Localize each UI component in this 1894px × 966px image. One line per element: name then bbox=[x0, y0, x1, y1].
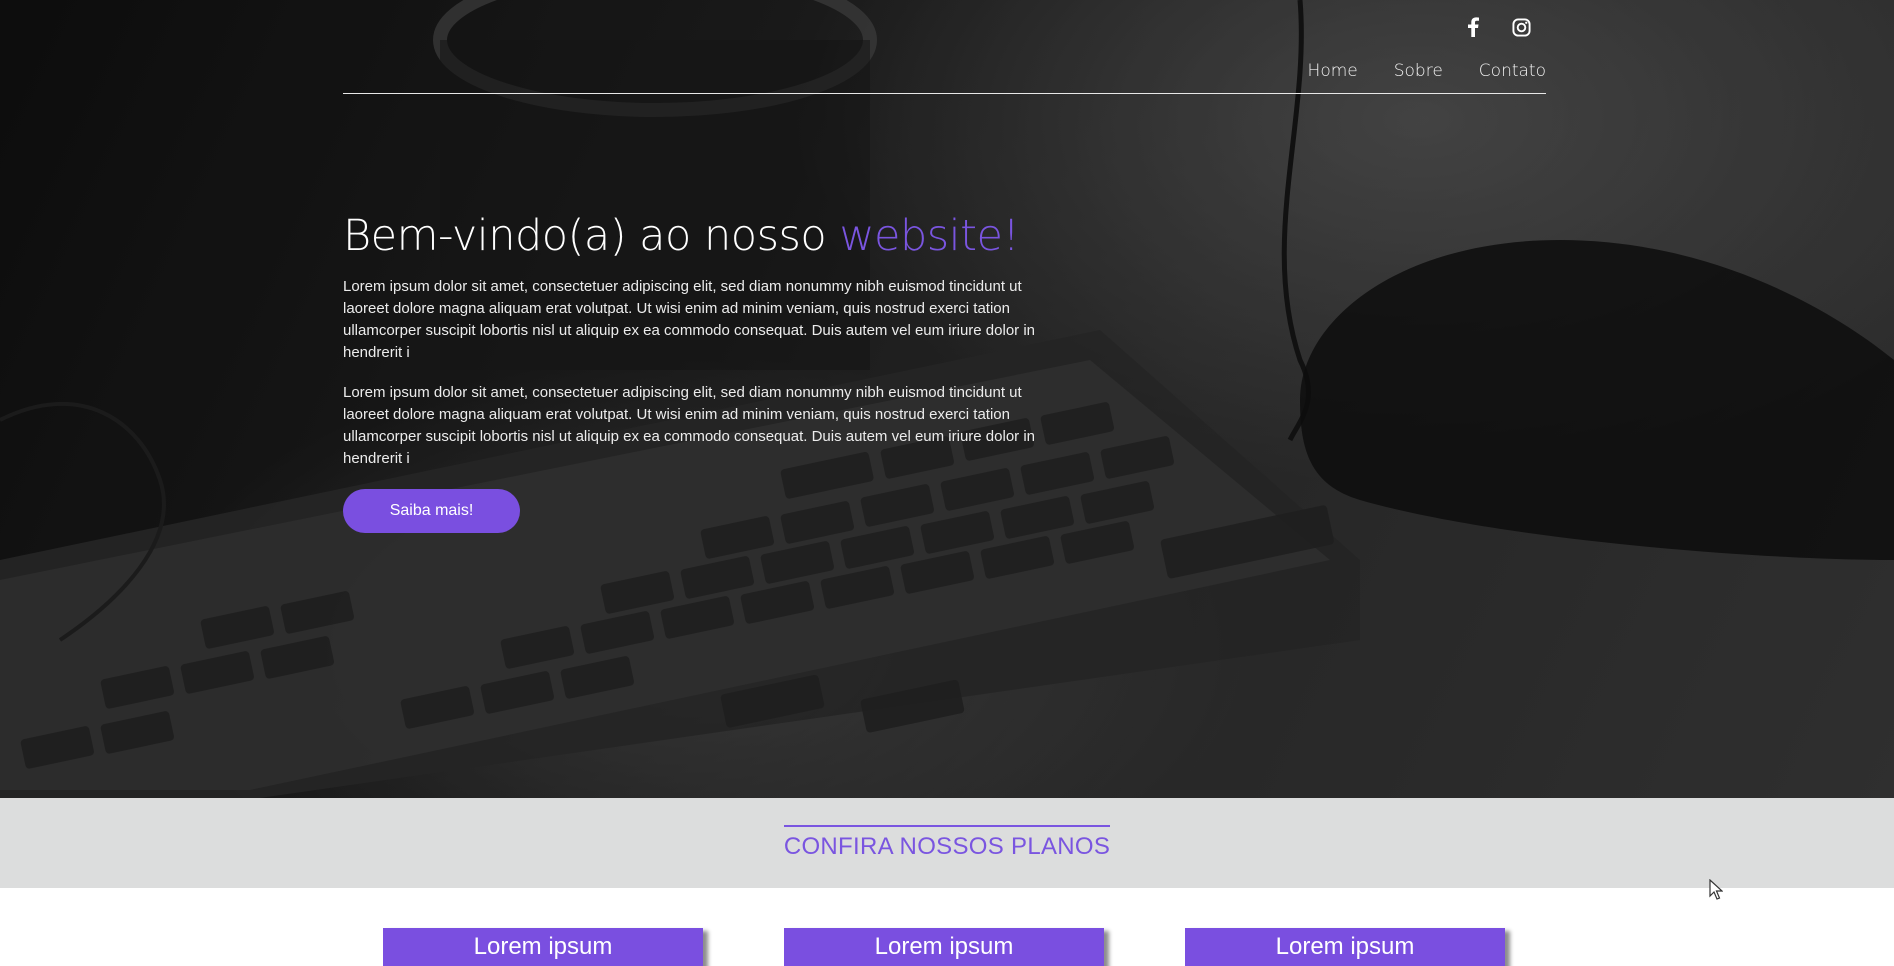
facebook-icon[interactable] bbox=[1460, 14, 1486, 40]
mouse-cursor-icon bbox=[1709, 879, 1723, 900]
hero-title: Bem-vindo(a) ao nosso website! bbox=[343, 208, 1043, 264]
hero-title-accent: website! bbox=[839, 211, 1020, 261]
hero-content: Bem-vindo(a) ao nosso website! Lorem ips… bbox=[343, 208, 1043, 533]
plans-header-band: CONFIRA NOSSOS PLANOS bbox=[0, 798, 1894, 888]
saiba-mais-button[interactable]: Saiba mais! bbox=[343, 489, 520, 533]
nav-contato-link[interactable]: Contato bbox=[1479, 59, 1546, 83]
site-header: Home Sobre Contato bbox=[343, 0, 1546, 94]
plan-card-3[interactable]: Lorem ipsum bbox=[1185, 928, 1505, 966]
hero-section: Home Sobre Contato Bem-vindo(a) ao nosso… bbox=[0, 0, 1894, 798]
nav-home-link[interactable]: Home bbox=[1308, 59, 1358, 83]
plans-title-wrap: CONFIRA NOSSOS PLANOS bbox=[0, 825, 1894, 863]
plans-cards: Lorem ipsum Lorem ipsum Lorem ipsum bbox=[0, 888, 1894, 966]
plan-card-2[interactable]: Lorem ipsum bbox=[784, 928, 1104, 966]
plan-card-1[interactable]: Lorem ipsum bbox=[383, 928, 703, 966]
hero-title-main: Bem-vindo(a) ao nosso bbox=[343, 211, 827, 261]
plans-title: CONFIRA NOSSOS PLANOS bbox=[783, 825, 1111, 863]
hero-paragraph-1: Lorem ipsum dolor sit amet, consectetuer… bbox=[343, 278, 1035, 361]
nav-sobre-link[interactable]: Sobre bbox=[1394, 59, 1443, 83]
instagram-icon[interactable] bbox=[1508, 14, 1534, 40]
main-nav: Home Sobre Contato bbox=[1272, 59, 1546, 83]
social-links bbox=[1460, 14, 1534, 40]
hero-paragraph-2: Lorem ipsum dolor sit amet, consectetuer… bbox=[343, 384, 1035, 467]
